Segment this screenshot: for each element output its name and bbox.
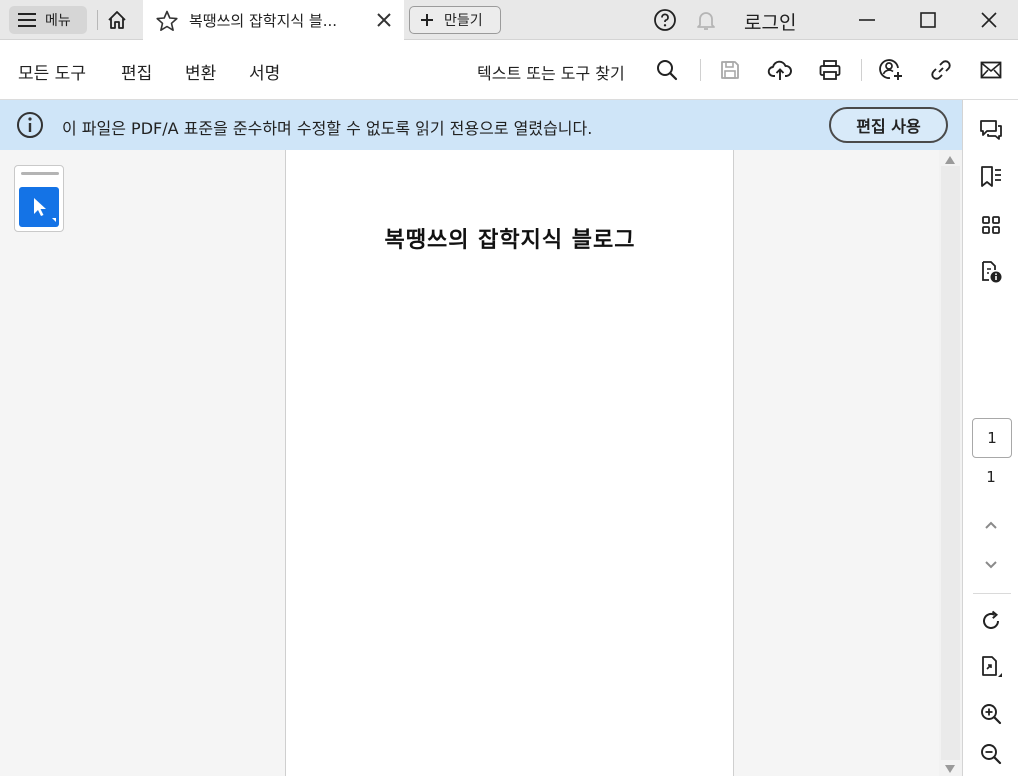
main-toolbar: 모든 도구 편집 변환 서명 텍스트 또는 도구 찾기 (0, 40, 1018, 100)
menu-label: 메뉴 (45, 13, 71, 29)
thumbnails-icon (979, 213, 1003, 237)
drag-handle[interactable] (21, 172, 59, 175)
menu-edit[interactable]: 편집 (121, 59, 152, 84)
upload-button[interactable] (766, 56, 794, 84)
hamburger-icon (17, 12, 37, 28)
print-button[interactable] (816, 56, 844, 84)
search-icon (655, 58, 679, 82)
rail-divider (973, 593, 1011, 594)
link-icon (929, 58, 953, 82)
rotate-button[interactable] (977, 607, 1005, 635)
quick-tools-card (14, 165, 64, 232)
file-info-button[interactable] (977, 258, 1005, 286)
select-tool-button[interactable] (19, 187, 59, 227)
previous-page-button[interactable] (977, 511, 1005, 539)
create-label: 만들기 (444, 13, 483, 29)
save-button[interactable] (716, 56, 744, 84)
share-user-icon (878, 57, 904, 83)
upload-cloud-icon (767, 58, 793, 82)
menu-all-tools[interactable]: 모든 도구 (18, 59, 86, 84)
bookmarks-icon (978, 164, 1004, 190)
window-close-button[interactable] (977, 8, 1001, 32)
zoom-out-button[interactable] (977, 740, 1005, 768)
link-button[interactable] (927, 56, 955, 84)
current-page-input[interactable]: 1 (972, 418, 1012, 458)
zoom-out-icon (979, 742, 1003, 766)
email-button[interactable] (977, 56, 1005, 84)
thumbnails-button[interactable] (977, 211, 1005, 239)
scrollbar-thumb[interactable] (941, 166, 960, 760)
titlebar-divider (97, 10, 98, 30)
search-button[interactable] (653, 56, 681, 84)
bell-icon (694, 8, 718, 32)
tab-title: 복땡쓰의 잡학지식 블... (189, 12, 338, 30)
bookmarks-button[interactable] (977, 163, 1005, 191)
find-text-or-tools[interactable]: 텍스트 또는 도구 찾기 (477, 60, 625, 84)
login-link[interactable]: 로그인 (744, 8, 796, 35)
banner-message: 이 파일은 PDF/A 표준을 준수하며 수정할 수 없도록 읽기 전용으로 열… (62, 119, 593, 138)
readonly-info-banner: 이 파일은 PDF/A 표준을 준수하며 수정할 수 없도록 읽기 전용으로 열… (0, 100, 962, 150)
menu-sign[interactable]: 서명 (249, 59, 280, 84)
window-close-icon (979, 10, 999, 30)
page-up-icon (981, 515, 1001, 535)
vertical-scrollbar[interactable] (939, 150, 962, 776)
zoom-in-icon (979, 702, 1003, 726)
info-icon (16, 111, 44, 139)
left-tool-panel (0, 150, 286, 776)
mail-icon (979, 59, 1003, 81)
close-icon[interactable] (374, 10, 394, 30)
next-page-button[interactable] (977, 550, 1005, 578)
minimize-icon (857, 10, 877, 30)
comments-button[interactable] (977, 116, 1005, 144)
select-arrow-icon (19, 187, 59, 227)
scroll-up-arrow-icon[interactable] (944, 155, 956, 165)
total-pages: 1 (986, 468, 996, 486)
pdf-page[interactable]: 복땡쓰의 잡학지식 블로그 (286, 150, 734, 776)
minimize-button[interactable] (855, 8, 879, 32)
menu-button[interactable]: 메뉴 (9, 6, 87, 34)
notifications-button[interactable] (694, 8, 718, 32)
rotate-icon (979, 609, 1003, 633)
enable-editing-button[interactable]: 편집 사용 (829, 107, 948, 143)
help-icon (653, 8, 677, 32)
extract-page-button[interactable] (977, 653, 1005, 681)
comments-icon (978, 117, 1004, 143)
maximize-button[interactable] (916, 8, 940, 32)
home-button[interactable] (103, 6, 131, 34)
home-icon (106, 9, 128, 31)
extract-page-icon (978, 654, 1004, 680)
right-rail: 1 1 (962, 100, 1018, 776)
zoom-in-button[interactable] (977, 700, 1005, 728)
document-viewer[interactable]: 복땡쓰의 잡학지식 블로그 (286, 150, 962, 776)
page-heading: 복땡쓰의 잡학지식 블로그 (384, 227, 636, 253)
star-icon[interactable] (155, 9, 179, 33)
share-button[interactable] (877, 56, 905, 84)
menu-convert[interactable]: 변환 (185, 59, 216, 84)
title-bar: 메뉴 복땡쓰의 잡학지식 블... 만들기 로그인 (0, 0, 1018, 41)
scroll-down-arrow-icon[interactable] (944, 764, 956, 774)
plus-icon (420, 13, 434, 27)
save-icon (719, 59, 741, 81)
document-tab[interactable]: 복땡쓰의 잡학지식 블... (143, 0, 404, 41)
help-button[interactable] (653, 8, 677, 32)
toolbar-divider (861, 59, 862, 81)
toolbar-divider (700, 59, 701, 81)
file-info-icon (978, 259, 1004, 285)
create-button[interactable]: 만들기 (409, 6, 501, 34)
maximize-icon (919, 11, 937, 29)
print-icon (818, 58, 842, 82)
page-down-icon (981, 554, 1001, 574)
